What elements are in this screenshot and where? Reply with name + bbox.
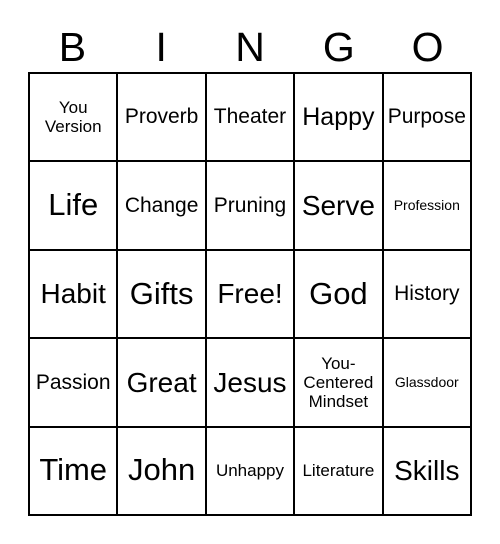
bingo-cell-b5[interactable]: Time [30,427,119,516]
header-letter-g: G [322,23,355,70]
bingo-cell-label: God [309,275,368,311]
bingo-cell-i5[interactable]: John [118,427,207,516]
bingo-cell-o3[interactable]: History [383,250,472,340]
bingo-cell-label: Pruning [213,193,287,217]
bingo-cell-n3-free[interactable]: Free! [206,250,296,340]
bingo-cell-label: Proverb [124,105,199,129]
bingo-cell-i3[interactable]: Gifts [118,250,207,340]
bingo-cell-i4[interactable]: Great [118,339,207,428]
bingo-cell-i2[interactable]: Change [118,162,207,251]
bingo-cell-g5[interactable]: Literature [295,427,384,516]
bingo-cell-label: Theater [213,105,287,129]
bingo-cell-label: Glassdoor [394,373,459,390]
bingo-cell-b4[interactable]: Passion [30,339,119,428]
bingo-cell-o4[interactable]: Glassdoor [383,339,472,428]
bingo-cell-label: Purpose [387,105,466,129]
bingo-cell-label: Great [126,366,197,398]
header-letter-i: I [155,23,167,70]
bingo-cell-label: John [127,452,196,488]
bingo-cell-label: Time [39,452,108,488]
bingo-cell-o2[interactable]: Profession [383,162,472,251]
bingo-cell-g4[interactable]: You-Centered Mindset [295,339,384,428]
bingo-cell-label: Unhappy [215,461,285,481]
bingo-cell-n1[interactable]: Theater [206,74,296,163]
header-letter-o: O [411,23,444,70]
bingo-cell-b2[interactable]: Life [30,162,119,251]
bingo-cell-o1[interactable]: Purpose [383,74,472,163]
bingo-cell-g2[interactable]: Serve [295,162,384,251]
bingo-cell-o5[interactable]: Skills [383,427,472,516]
bingo-cell-b3[interactable]: Habit [30,250,119,340]
bingo-cell-label: Free! [217,278,283,310]
bingo-cell-g1[interactable]: Happy [295,74,384,163]
bingo-header: B I N G O [28,22,472,72]
bingo-cell-g3[interactable]: God [295,250,384,340]
bingo-cell-label: Skills [394,455,460,487]
bingo-cell-label: Jesus [213,366,287,398]
bingo-cell-label: Serve [301,189,375,221]
bingo-cell-label: Change [124,193,199,217]
bingo-cell-b1[interactable]: You Version [30,74,119,163]
bingo-cell-label: Literature [302,461,375,481]
header-letter-b: B [58,23,87,70]
bingo-cell-label: Profession [393,196,460,213]
bingo-cell-label: You-Centered Mindset [303,353,374,411]
bingo-cell-label: Happy [302,103,375,132]
bingo-cell-label: Gifts [129,275,194,311]
bingo-cell-i1[interactable]: Proverb [118,74,207,163]
bingo-cell-n4[interactable]: Jesus [206,339,296,428]
bingo-cell-label: Habit [40,278,106,310]
bingo-cell-label: Passion [35,370,111,394]
bingo-cell-label: History [394,282,460,306]
bingo-cell-n5[interactable]: Unhappy [206,427,296,516]
bingo-card: B I N G O You Version Proverb Theater Ha… [0,0,500,544]
bingo-grid: You Version Proverb Theater Happy Purpos… [28,72,472,516]
header-letter-n: N [235,23,265,70]
bingo-cell-label: Life [48,187,99,223]
bingo-cell-label: You Version [44,98,102,137]
bingo-cell-n2[interactable]: Pruning [206,162,296,251]
